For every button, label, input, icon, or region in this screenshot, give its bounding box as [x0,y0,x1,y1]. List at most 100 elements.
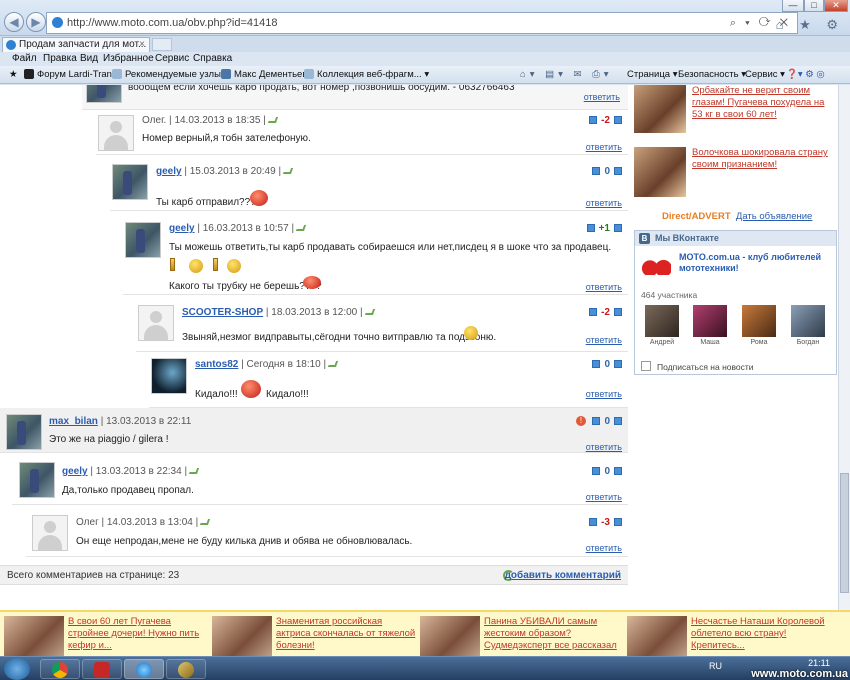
reply-link[interactable]: ответить [586,198,622,208]
news-title[interactable]: Волочкова шокировала страну своим призна… [692,147,834,171]
fav-lardi[interactable]: Форум Lardi-Trans [24,69,117,80]
menu-tools[interactable]: Сервис [155,53,189,64]
tab-active[interactable]: Продам запчасти для мот... × [2,37,150,52]
add-comment-link[interactable]: добавить комментарий [505,570,621,581]
menu-help[interactable]: Справка [193,53,232,64]
comment-author-link[interactable]: SCOOTER-SHOP [182,307,263,318]
ad-item[interactable]: Знаменитая российская актриса скончалась… [212,616,415,656]
ad-item[interactable]: В свои 60 лет Пугачева стройнее дочери! … [4,616,204,656]
vote-up-button[interactable] [614,518,622,526]
vote-down-button[interactable] [589,518,598,526]
vote-up-button[interactable] [614,360,622,368]
cmd-page[interactable]: Страница ▾ [627,69,677,80]
vk-member[interactable]: Андрей [645,305,679,346]
maximize-button[interactable]: □ [804,0,824,12]
menu-favorites[interactable]: Избранное [103,53,154,64]
reply-arrow-icon[interactable] [295,225,307,231]
reply-link[interactable]: ответить [586,282,622,292]
vk-subscribe-checkbox[interactable]: Подписаться на новости [641,361,754,372]
commandbar-icons[interactable]: ⌂▾ ▤▾ ✉ ⎙▾ [520,69,613,80]
help-icon[interactable]: ❓▾ ⚙ ◎ [786,69,825,80]
vk-club-name[interactable]: MOTO.com.ua - клуб любителей мототехники… [679,252,834,274]
vote-up-button[interactable] [614,308,622,316]
reply-link[interactable]: ответить [586,142,622,152]
ad-item[interactable]: Несчастье Наташи Королевой облетело всю … [627,616,827,656]
reply-link[interactable]: ответить [584,92,620,102]
home-favorites-tools-icons[interactable]: ⌂ ★ ⚙ [776,17,844,33]
comment-author-link[interactable]: santos82 [195,359,238,370]
vote-down-button[interactable] [592,417,601,425]
news-item[interactable]: Волочкова шокировала страну своим призна… [634,147,834,199]
taskbar-app[interactable] [166,659,206,679]
ad-thumbnail[interactable] [627,616,687,656]
comment-author-link[interactable]: max_bilan [49,416,98,427]
cmd-tools[interactable]: Сервис ▾ [745,69,785,80]
reply-arrow-icon[interactable] [364,309,375,315]
clock[interactable]: 21:11 [808,658,830,668]
reply-link[interactable]: ответить [586,442,622,452]
vk-member[interactable]: Маша [693,305,727,346]
ad-title[interactable]: Панина УБИВАЛИ самым жестоким образом? С… [484,616,624,652]
news-thumbnail[interactable] [634,85,686,133]
moto-logo-icon[interactable] [641,253,671,275]
fav-recommended[interactable]: Рекомендуемые узлы ▾ [112,69,228,80]
news-thumbnail[interactable] [634,147,686,197]
forward-button[interactable]: ▶ [26,12,46,32]
ad-title[interactable]: В свои 60 лет Пугачева стройнее дочери! … [68,616,208,652]
reply-link[interactable]: ответить [586,389,622,399]
vote-up-button[interactable] [614,116,622,124]
vertical-scrollbar[interactable] [838,85,850,610]
vote-down-button[interactable] [592,360,601,368]
post-ad-link[interactable]: Дать объявление [736,211,812,222]
ad-title[interactable]: Знаменитая российская актриса скончалась… [276,616,416,652]
ad-thumbnail[interactable] [420,616,480,656]
vote-up-button[interactable] [614,467,622,475]
vk-member[interactable]: Богдан [791,305,825,346]
menu-view[interactable]: Вид [80,53,98,64]
fav-webslices[interactable]: Коллекция веб-фрагм... ▾ [304,69,429,80]
reply-link[interactable]: ответить [586,492,622,502]
taskbar-zynga[interactable] [82,659,122,679]
ad-item[interactable]: Панина УБИВАЛИ самым жестоким образом? С… [420,616,620,656]
vote-down-button[interactable] [589,116,598,124]
reply-link[interactable]: ответить [586,335,622,345]
tab-close-icon[interactable]: × [139,38,145,52]
cmd-safety[interactable]: Безопасность ▾ [678,69,746,80]
reply-arrow-icon[interactable] [328,361,339,367]
taskbar-chrome[interactable] [40,659,80,679]
back-button[interactable]: ◀ [4,12,24,32]
favorites-star-icon[interactable]: ★ [9,69,18,80]
news-title[interactable]: Орбакайте не верит своим глазам! Пугачев… [692,85,834,121]
vote-up-button[interactable] [614,224,622,232]
start-button-icon[interactable] [4,658,30,680]
comment-author-link[interactable]: geely [62,466,88,477]
fav-maks[interactable]: Макс Дементьев [221,69,307,80]
ad-title[interactable]: Несчастье Наташи Королевой облетело всю … [691,616,831,652]
comment-author-link[interactable]: geely [169,223,195,234]
address-bar[interactable]: http://www.moto.com.ua/obv.php?id=41418 … [46,12,798,34]
reply-link[interactable]: ответить [586,543,622,553]
reply-arrow-icon[interactable] [188,468,200,474]
direct-advert-link[interactable]: Direct/ADVERT [662,211,731,222]
scrollbar-thumb[interactable] [840,473,849,593]
new-tab-button[interactable] [152,38,172,51]
news-item[interactable]: Орбакайте не верит своим глазам! Пугачев… [634,85,834,137]
menu-file[interactable]: Файл [12,53,37,64]
vote-down-button[interactable] [592,467,601,475]
ad-thumbnail[interactable] [212,616,272,656]
vote-up-button[interactable] [614,167,622,175]
vk-member[interactable]: Рома [742,305,776,346]
ad-thumbnail[interactable] [4,616,64,656]
comment-author-link[interactable]: geely [156,166,182,177]
report-icon[interactable]: ! [576,416,586,426]
vote-up-button[interactable] [614,417,622,425]
reply-arrow-icon[interactable] [267,117,278,123]
close-window-button[interactable]: ✕ [824,0,848,12]
minimize-button[interactable]: — [782,0,804,12]
reply-arrow-icon[interactable] [282,168,294,174]
reply-arrow-icon[interactable] [200,519,211,525]
taskbar-ie[interactable] [124,659,164,679]
language-indicator[interactable]: RU [709,661,722,671]
vote-down-button[interactable] [589,308,598,316]
menu-edit[interactable]: Правка [43,53,77,64]
